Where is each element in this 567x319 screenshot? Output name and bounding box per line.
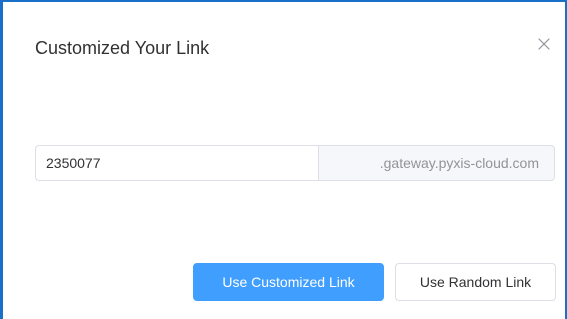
close-button[interactable] [536,36,552,52]
customize-link-dialog: Customized Your Link .gateway.pyxis-clou… [3,2,565,319]
use-customized-link-button[interactable]: Use Customized Link [193,263,384,301]
custom-link-field-group: .gateway.pyxis-cloud.com [35,145,555,181]
use-random-link-button[interactable]: Use Random Link [395,263,556,301]
close-icon[interactable] [536,36,552,52]
custom-link-input[interactable] [35,145,318,181]
dialog-title: Customized Your Link [35,38,210,58]
domain-suffix: .gateway.pyxis-cloud.com [318,145,555,181]
